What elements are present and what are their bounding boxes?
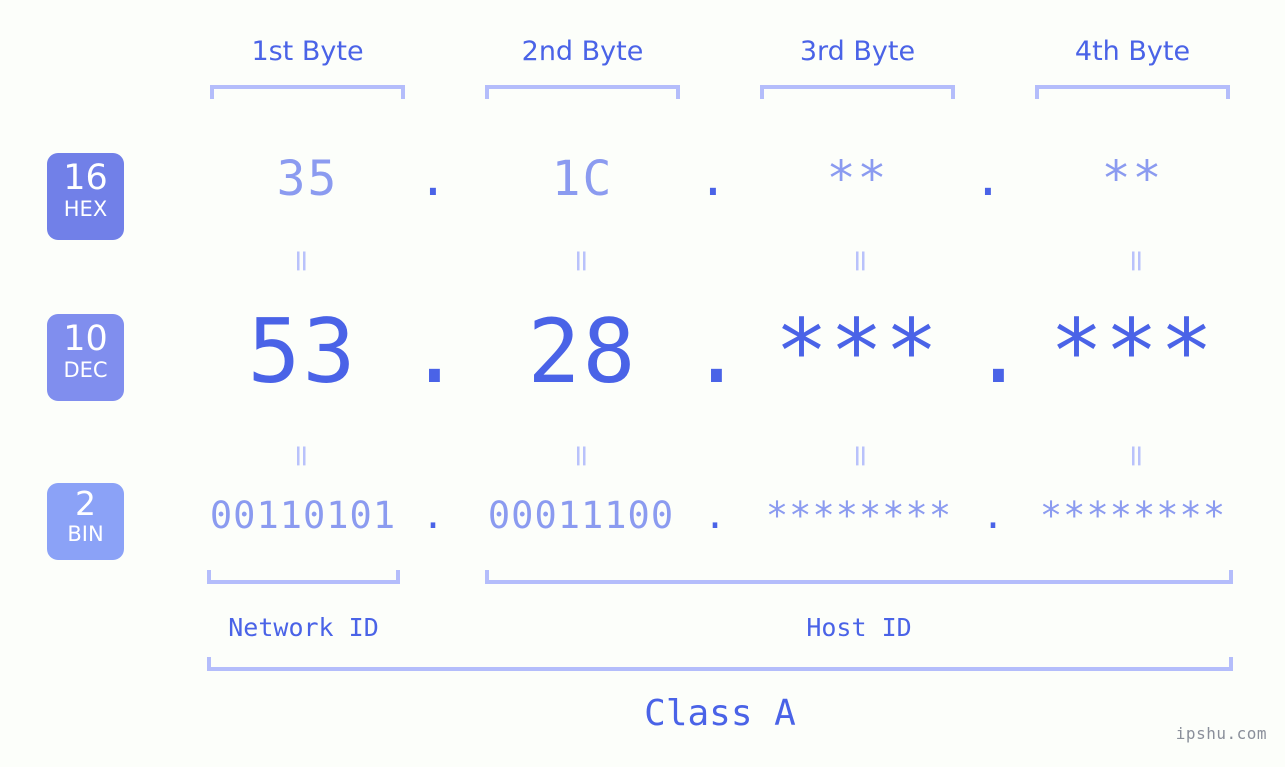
radix-badge-dec: 10 DEC (47, 314, 124, 401)
equals-mark-dec-bin-3: = (843, 443, 878, 469)
watermark: ipshu.com (1175, 724, 1267, 743)
byte-header-2: 2nd Byte (521, 36, 644, 67)
byte-header-3: 3rd Byte (799, 36, 916, 67)
radix-badge-bin-number: 2 (75, 484, 96, 523)
bin-separator-1: . (421, 494, 445, 537)
ip-class-label: Class A (644, 693, 796, 734)
hex-byte-3: ** (826, 151, 889, 207)
byte-header-1: 1st Byte (251, 36, 364, 67)
radix-badge-dec-word: DEC (63, 358, 108, 382)
equals-mark-hex-dec-1: = (284, 248, 319, 274)
byte-bracket-1 (210, 85, 405, 99)
byte-bracket-2 (485, 85, 680, 99)
radix-badge-hex: 16 HEX (47, 153, 124, 240)
hex-separator-1: . (418, 151, 448, 207)
radix-badge-bin: 2 BIN (47, 483, 124, 560)
byte-bracket-3 (760, 85, 955, 99)
bin-byte-3: ******** (765, 494, 953, 537)
bin-separator-3: . (981, 494, 1005, 537)
dec-byte-2: 28 (527, 300, 638, 403)
host-id-bracket (485, 570, 1233, 584)
hex-byte-4: ** (1101, 151, 1164, 207)
equals-mark-dec-bin-1: = (284, 443, 319, 469)
equals-mark-dec-bin-2: = (564, 443, 599, 469)
hex-separator-3: . (973, 151, 1003, 207)
radix-badge-hex-number: 16 (63, 158, 108, 198)
bin-separator-2: . (703, 494, 727, 537)
hex-separator-2: . (698, 151, 728, 207)
hex-byte-2: 1C (551, 151, 614, 207)
class-bracket (207, 657, 1233, 671)
dec-byte-3: *** (775, 300, 940, 403)
diagram-canvas: 1st Byte 2nd Byte 3rd Byte 4th Byte 16 H… (0, 0, 1285, 767)
hex-byte-1: 35 (276, 151, 339, 207)
byte-header-4: 4th Byte (1074, 36, 1191, 67)
dec-byte-1: 53 (247, 300, 358, 403)
bin-byte-4: ******** (1039, 494, 1227, 537)
network-id-label: Network ID (228, 613, 379, 642)
bin-byte-1: 00110101 (209, 494, 397, 537)
bin-byte-2: 00011100 (487, 494, 675, 537)
network-id-bracket (207, 570, 400, 584)
radix-badge-dec-number: 10 (63, 319, 108, 359)
equals-mark-hex-dec-4: = (1119, 248, 1154, 274)
radix-badge-bin-word: BIN (67, 522, 104, 546)
dec-separator-3: . (972, 300, 1025, 403)
dec-separator-2: . (690, 300, 743, 403)
byte-bracket-4 (1035, 85, 1230, 99)
radix-badge-hex-word: HEX (63, 197, 108, 221)
dec-separator-1: . (408, 300, 461, 403)
host-id-label: Host ID (806, 613, 912, 642)
equals-mark-dec-bin-4: = (1119, 443, 1154, 469)
dec-byte-4: *** (1050, 300, 1215, 403)
equals-mark-hex-dec-2: = (564, 248, 599, 274)
equals-mark-hex-dec-3: = (843, 248, 878, 274)
